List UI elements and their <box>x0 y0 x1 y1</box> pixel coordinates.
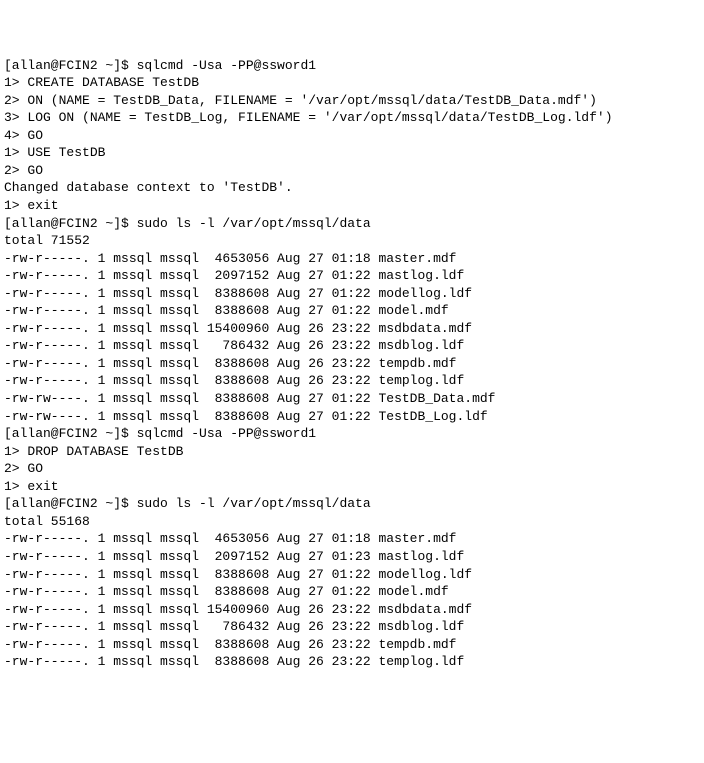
terminal-line: 1> USE TestDB <box>4 144 700 162</box>
terminal-line: -rw-r-----. 1 mssql mssql 15400960 Aug 2… <box>4 601 700 619</box>
terminal-line: -rw-r-----. 1 mssql mssql 2097152 Aug 27… <box>4 267 700 285</box>
terminal-line: [allan@FCIN2 ~]$ sqlcmd -Usa -PP@ssword1 <box>4 57 700 75</box>
terminal-line: 2> GO <box>4 460 700 478</box>
terminal-output: [allan@FCIN2 ~]$ sqlcmd -Usa -PP@ssword1… <box>4 57 700 671</box>
terminal-line: -rw-r-----. 1 mssql mssql 4653056 Aug 27… <box>4 250 700 268</box>
terminal-line: -rw-r-----. 1 mssql mssql 8388608 Aug 27… <box>4 285 700 303</box>
terminal-line: 2> GO <box>4 162 700 180</box>
terminal-line: -rw-r-----. 1 mssql mssql 8388608 Aug 27… <box>4 583 700 601</box>
terminal-line: 2> ON (NAME = TestDB_Data, FILENAME = '/… <box>4 92 700 110</box>
terminal-line: 4> GO <box>4 127 700 145</box>
terminal-line: -rw-r-----. 1 mssql mssql 8388608 Aug 26… <box>4 636 700 654</box>
terminal-line: 1> CREATE DATABASE TestDB <box>4 74 700 92</box>
terminal-line: -rw-r-----. 1 mssql mssql 786432 Aug 26 … <box>4 618 700 636</box>
terminal-line: -rw-r-----. 1 mssql mssql 8388608 Aug 27… <box>4 302 700 320</box>
terminal-line: 1> DROP DATABASE TestDB <box>4 443 700 461</box>
terminal-line: total 55168 <box>4 513 700 531</box>
terminal-line: [allan@FCIN2 ~]$ sudo ls -l /var/opt/mss… <box>4 215 700 233</box>
terminal-line: -rw-r-----. 1 mssql mssql 8388608 Aug 26… <box>4 372 700 390</box>
terminal-line: 1> exit <box>4 478 700 496</box>
terminal-line: 3> LOG ON (NAME = TestDB_Log, FILENAME =… <box>4 109 700 127</box>
terminal-line: -rw-r-----. 1 mssql mssql 4653056 Aug 27… <box>4 530 700 548</box>
terminal-line: total 71552 <box>4 232 700 250</box>
terminal-line: -rw-r-----. 1 mssql mssql 786432 Aug 26 … <box>4 337 700 355</box>
terminal-line: -rw-r-----. 1 mssql mssql 8388608 Aug 26… <box>4 355 700 373</box>
terminal-line: [allan@FCIN2 ~]$ sqlcmd -Usa -PP@ssword1 <box>4 425 700 443</box>
terminal-line: -rw-rw----. 1 mssql mssql 8388608 Aug 27… <box>4 408 700 426</box>
terminal-line: -rw-r-----. 1 mssql mssql 8388608 Aug 26… <box>4 653 700 671</box>
terminal-line: [allan@FCIN2 ~]$ sudo ls -l /var/opt/mss… <box>4 495 700 513</box>
terminal-line: -rw-r-----. 1 mssql mssql 2097152 Aug 27… <box>4 548 700 566</box>
terminal-line: -rw-rw----. 1 mssql mssql 8388608 Aug 27… <box>4 390 700 408</box>
terminal-line: -rw-r-----. 1 mssql mssql 15400960 Aug 2… <box>4 320 700 338</box>
terminal-line: 1> exit <box>4 197 700 215</box>
terminal-line: -rw-r-----. 1 mssql mssql 8388608 Aug 27… <box>4 566 700 584</box>
terminal-line: Changed database context to 'TestDB'. <box>4 179 700 197</box>
